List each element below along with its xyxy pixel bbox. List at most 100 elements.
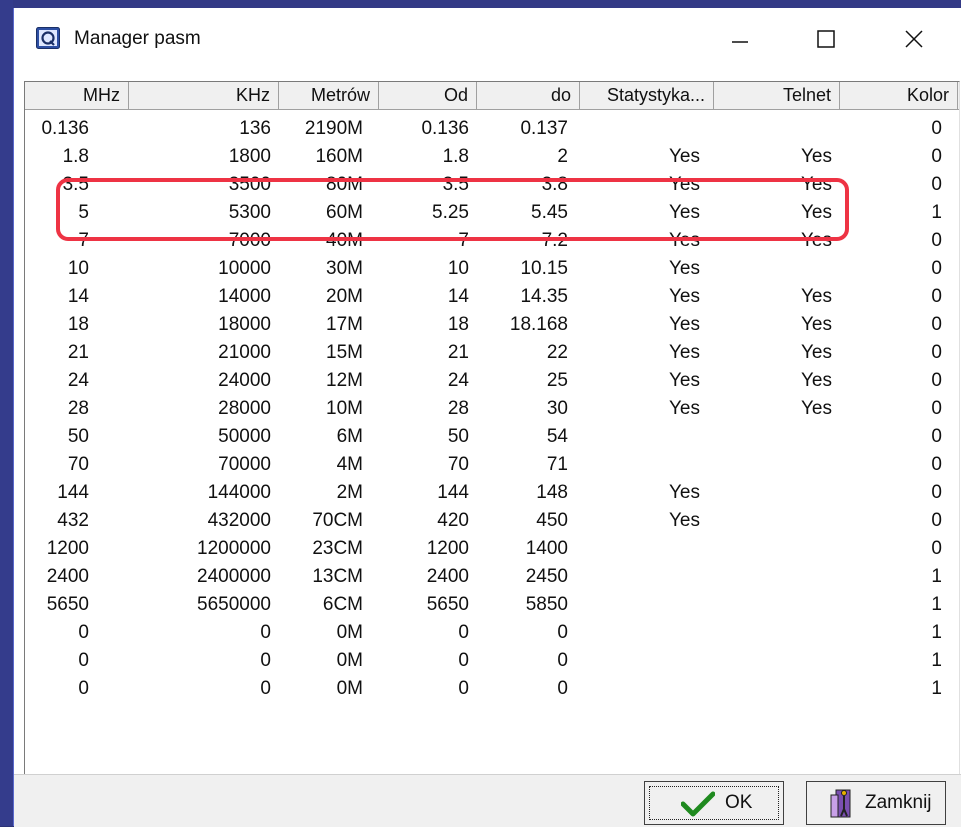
cell-from: 0: [458, 622, 469, 643]
column-header-to[interactable]: do: [477, 82, 580, 109]
table-row[interactable]: 5650 5650000 6CM 5650 5850 1: [25, 591, 959, 619]
cell-telnet: [714, 423, 840, 451]
cell-meters: 4M: [336, 454, 363, 475]
table-row[interactable]: 18 18000 17M 18 18.168 Yes Yes 0: [25, 311, 959, 339]
cell-telnet: Yes: [801, 370, 832, 391]
cell-khz: 5650000: [197, 594, 271, 615]
table-row[interactable]: 432 432000 70CM 420 450 Yes 0: [25, 507, 959, 535]
cell-khz: 1200000: [197, 538, 271, 559]
cell-statistics: Yes: [669, 370, 700, 391]
highlight-annotation: [56, 178, 849, 241]
cell-khz: 0: [260, 678, 271, 699]
cell-color: 1: [931, 622, 942, 643]
table-row[interactable]: 0.136 136 2190M 0.136 0.137 0: [25, 115, 959, 143]
table-row[interactable]: 0 0 0M 0 0 1: [25, 647, 959, 675]
table-row[interactable]: 70 70000 4M 70 71 0: [25, 451, 959, 479]
table-row[interactable]: 14 14000 20M 14 14.35 Yes Yes 0: [25, 283, 959, 311]
cell-from: 2400: [426, 566, 469, 587]
column-header-from[interactable]: Od: [379, 82, 477, 109]
cell-color: 0: [931, 482, 942, 503]
cell-mhz: 1.8: [62, 146, 89, 167]
cell-khz: 2400000: [197, 566, 271, 587]
table-row[interactable]: 21 21000 15M 21 22 Yes Yes 0: [25, 339, 959, 367]
cell-mhz: 0.136: [41, 118, 89, 139]
cell-meters: 15M: [326, 342, 363, 363]
cell-meters: 6CM: [322, 594, 363, 615]
cell-telnet: Yes: [801, 314, 832, 335]
cell-to: 5850: [525, 594, 568, 615]
band-manager-window: Manager pasm MHz KHz Metrów Od do Statys…: [13, 8, 961, 827]
ok-button[interactable]: OK: [644, 781, 784, 825]
table-row[interactable]: 50 50000 6M 50 54 0: [25, 423, 959, 451]
cell-color: 0: [931, 286, 942, 307]
table-row[interactable]: 144 144000 2M 144 148 Yes 0: [25, 479, 959, 507]
cell-color: 0: [931, 370, 942, 391]
column-header-statistics[interactable]: Statystyka...: [580, 82, 714, 109]
close-button[interactable]: Zamknij: [806, 781, 946, 825]
cell-from: 144: [437, 482, 469, 503]
cell-to: 2450: [525, 566, 568, 587]
close-window-button[interactable]: [894, 22, 934, 56]
cell-mhz: 18: [67, 314, 89, 335]
cell-meters: 0M: [336, 622, 363, 643]
column-header-khz[interactable]: KHz: [129, 82, 279, 109]
table-row[interactable]: 10 10000 30M 10 10.15 Yes 0: [25, 255, 959, 283]
table-row[interactable]: 2400 2400000 13CM 2400 2450 1: [25, 563, 959, 591]
cell-khz: 0: [260, 622, 271, 643]
cell-mhz: 10: [67, 258, 89, 279]
cell-mhz: 5650: [46, 594, 89, 615]
cell-to: 10.15: [520, 258, 568, 279]
cell-to: 25: [546, 370, 568, 391]
exit-door-icon: [830, 789, 851, 818]
table-row[interactable]: 28 28000 10M 28 30 Yes Yes 0: [25, 395, 959, 423]
cell-khz: 70000: [218, 454, 271, 475]
cell-telnet: [714, 115, 840, 143]
column-header-telnet[interactable]: Telnet: [714, 82, 840, 109]
table-row[interactable]: 1200 1200000 23CM 1200 1400 0: [25, 535, 959, 563]
cell-khz: 136: [239, 118, 271, 139]
cell-statistics: Yes: [669, 510, 700, 531]
cell-meters: 20M: [326, 286, 363, 307]
column-header-color[interactable]: Kolor: [840, 82, 958, 109]
cell-statistics: Yes: [669, 398, 700, 419]
cell-color: 0: [931, 538, 942, 559]
cell-meters: 13CM: [312, 566, 363, 587]
cell-color: 0: [931, 398, 942, 419]
cell-from: 18: [447, 314, 469, 335]
cell-meters: 0M: [336, 650, 363, 671]
cell-to: 1400: [525, 538, 568, 559]
list-header: MHz KHz Metrów Od do Statystyka... Telne…: [25, 82, 959, 110]
cell-from: 21: [447, 342, 469, 363]
cell-color: 0: [931, 314, 942, 335]
cell-khz: 24000: [218, 370, 271, 391]
cell-mhz: 0: [78, 650, 89, 671]
desktop-background-left: [0, 0, 13, 826]
cell-telnet: Yes: [801, 286, 832, 307]
cell-from: 0: [458, 650, 469, 671]
table-row[interactable]: 24 24000 12M 24 25 Yes Yes 0: [25, 367, 959, 395]
cell-mhz: 144: [57, 482, 89, 503]
cell-telnet: [714, 255, 840, 283]
cell-from: 24: [447, 370, 469, 391]
minimize-icon: [732, 41, 748, 43]
cell-khz: 28000: [218, 398, 271, 419]
cell-color: 1: [931, 650, 942, 671]
title-bar[interactable]: Manager pasm: [14, 8, 961, 72]
minimize-button[interactable]: [720, 22, 760, 56]
cell-meters: 2190M: [304, 118, 363, 139]
table-row[interactable]: 0 0 0M 0 0 1: [25, 675, 959, 703]
table-row[interactable]: 0 0 0M 0 0 1: [25, 619, 959, 647]
cell-khz: 144000: [207, 482, 271, 503]
cell-to: 54: [546, 426, 568, 447]
column-header-mhz[interactable]: MHz: [25, 82, 129, 109]
cell-meters: 10M: [326, 398, 363, 419]
desktop-background-top: [0, 0, 961, 8]
cell-to: 71: [546, 454, 568, 475]
cell-to: 148: [536, 482, 568, 503]
cell-to: 0: [557, 622, 568, 643]
maximize-button[interactable]: [806, 22, 846, 56]
column-header-meters[interactable]: Metrów: [279, 82, 379, 109]
app-logo-icon: [36, 27, 60, 49]
cell-statistics: Yes: [669, 482, 700, 503]
table-row[interactable]: 1.8 1800 160M 1.8 2 Yes Yes 0: [25, 143, 959, 171]
